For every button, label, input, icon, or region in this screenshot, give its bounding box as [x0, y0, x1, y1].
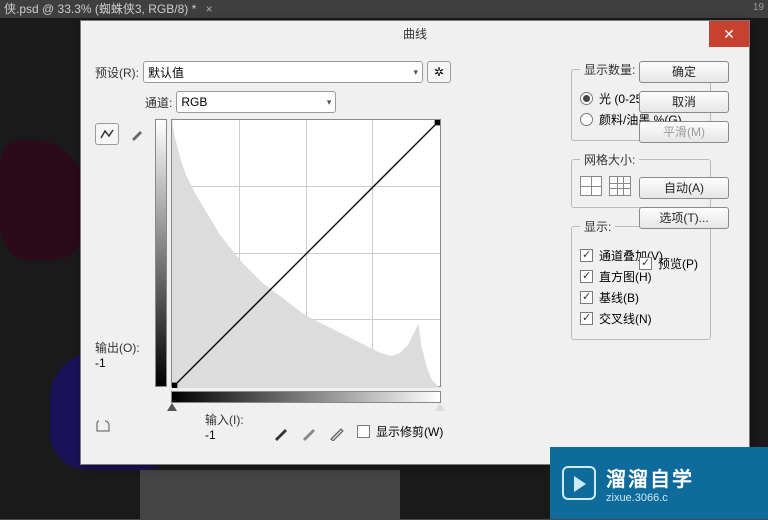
- close-tab-icon[interactable]: ×: [206, 2, 213, 16]
- checkbox-icon: [639, 257, 652, 270]
- checkbox-icon: [580, 249, 593, 262]
- gear-icon: ✲: [434, 65, 444, 79]
- preset-label: 预设(R):: [95, 64, 139, 81]
- channel-select[interactable]: RGB ▾: [176, 91, 336, 113]
- curve-line[interactable]: [172, 120, 440, 388]
- intersection-checkbox[interactable]: 交叉线(N): [580, 310, 702, 327]
- preset-select[interactable]: 默认值 ▾: [143, 61, 423, 83]
- preset-menu-button[interactable]: ✲: [427, 61, 451, 83]
- show-clipping-checkbox[interactable]: 显示修剪(W): [357, 423, 443, 440]
- baseline-checkbox[interactable]: 基线(B): [580, 289, 702, 306]
- intersection-label: 交叉线(N): [599, 310, 652, 327]
- options-button[interactable]: 选项(T)...: [639, 207, 729, 229]
- checkbox-icon: [580, 291, 593, 304]
- curve-point-tool[interactable]: [95, 123, 119, 145]
- preview-checkbox[interactable]: 预览(P): [639, 255, 735, 272]
- canvas-artwork: [140, 470, 400, 520]
- auto-button[interactable]: 自动(A): [639, 177, 729, 199]
- chevron-down-icon: ▾: [327, 97, 332, 108]
- ruler-mark: 19: [753, 2, 764, 13]
- cancel-button[interactable]: 取消: [639, 91, 729, 113]
- watermark-sub: zixue.3066.c: [606, 492, 694, 504]
- baseline-label: 基线(B): [599, 289, 639, 306]
- channel-label: 通道:: [145, 94, 172, 111]
- preset-value: 默认值: [148, 64, 184, 81]
- grid-small-button[interactable]: [580, 176, 602, 196]
- watermark: 溜溜自学 zixue.3066.c: [550, 447, 768, 519]
- dialog-title: 曲线: [403, 27, 427, 41]
- output-gradient: [155, 119, 167, 387]
- hand-tool-icon[interactable]: [95, 419, 119, 435]
- ok-button[interactable]: 确定: [639, 61, 729, 83]
- document-tab-title: 侠.psd @ 33.3% (蜘蛛侠3, RGB/8) *: [4, 2, 196, 16]
- checkbox-icon: [357, 425, 370, 438]
- white-point-slider[interactable]: [435, 403, 445, 411]
- checkbox-icon: [580, 312, 593, 325]
- watermark-brand: 溜溜自学: [606, 463, 694, 492]
- pencil-tool[interactable]: [125, 123, 149, 145]
- canvas-artwork: [0, 140, 90, 260]
- white-eyedropper-icon[interactable]: [329, 423, 347, 441]
- output-value: -1: [95, 356, 140, 370]
- output-label: 输出(O):: [95, 339, 140, 356]
- dialog-titlebar[interactable]: 曲线 ✕: [81, 21, 749, 47]
- show-clipping-label: 显示修剪(W): [376, 423, 443, 440]
- black-eyedropper-icon[interactable]: [273, 423, 291, 441]
- input-gradient: [171, 391, 441, 403]
- curves-dialog: 曲线 ✕ 预设(R): 默认值 ▾ ✲ 通道: RGB ▾: [80, 20, 750, 465]
- chevron-down-icon: ▾: [413, 67, 418, 78]
- checkbox-icon: [580, 270, 593, 283]
- input-label: 输入(I):: [205, 413, 244, 427]
- preview-label: 预览(P): [658, 255, 698, 272]
- close-button[interactable]: ✕: [709, 21, 749, 47]
- black-point-slider[interactable]: [167, 403, 177, 411]
- display-amount-legend: 显示数量:: [580, 61, 639, 78]
- channel-value: RGB: [181, 95, 207, 109]
- grid-large-button[interactable]: [609, 176, 631, 196]
- grid-size-legend: 网格大小:: [580, 151, 639, 168]
- radio-icon: [580, 92, 593, 105]
- input-value: -1: [205, 428, 216, 442]
- curve-graph[interactable]: [171, 119, 441, 387]
- document-tab[interactable]: 侠.psd @ 33.3% (蜘蛛侠3, RGB/8) * ×: [0, 0, 768, 18]
- play-icon: [562, 466, 596, 500]
- display-legend: 显示:: [580, 218, 615, 235]
- smooth-button: 平滑(M): [639, 121, 729, 143]
- radio-icon: [580, 113, 593, 126]
- gray-eyedropper-icon[interactable]: [301, 423, 319, 441]
